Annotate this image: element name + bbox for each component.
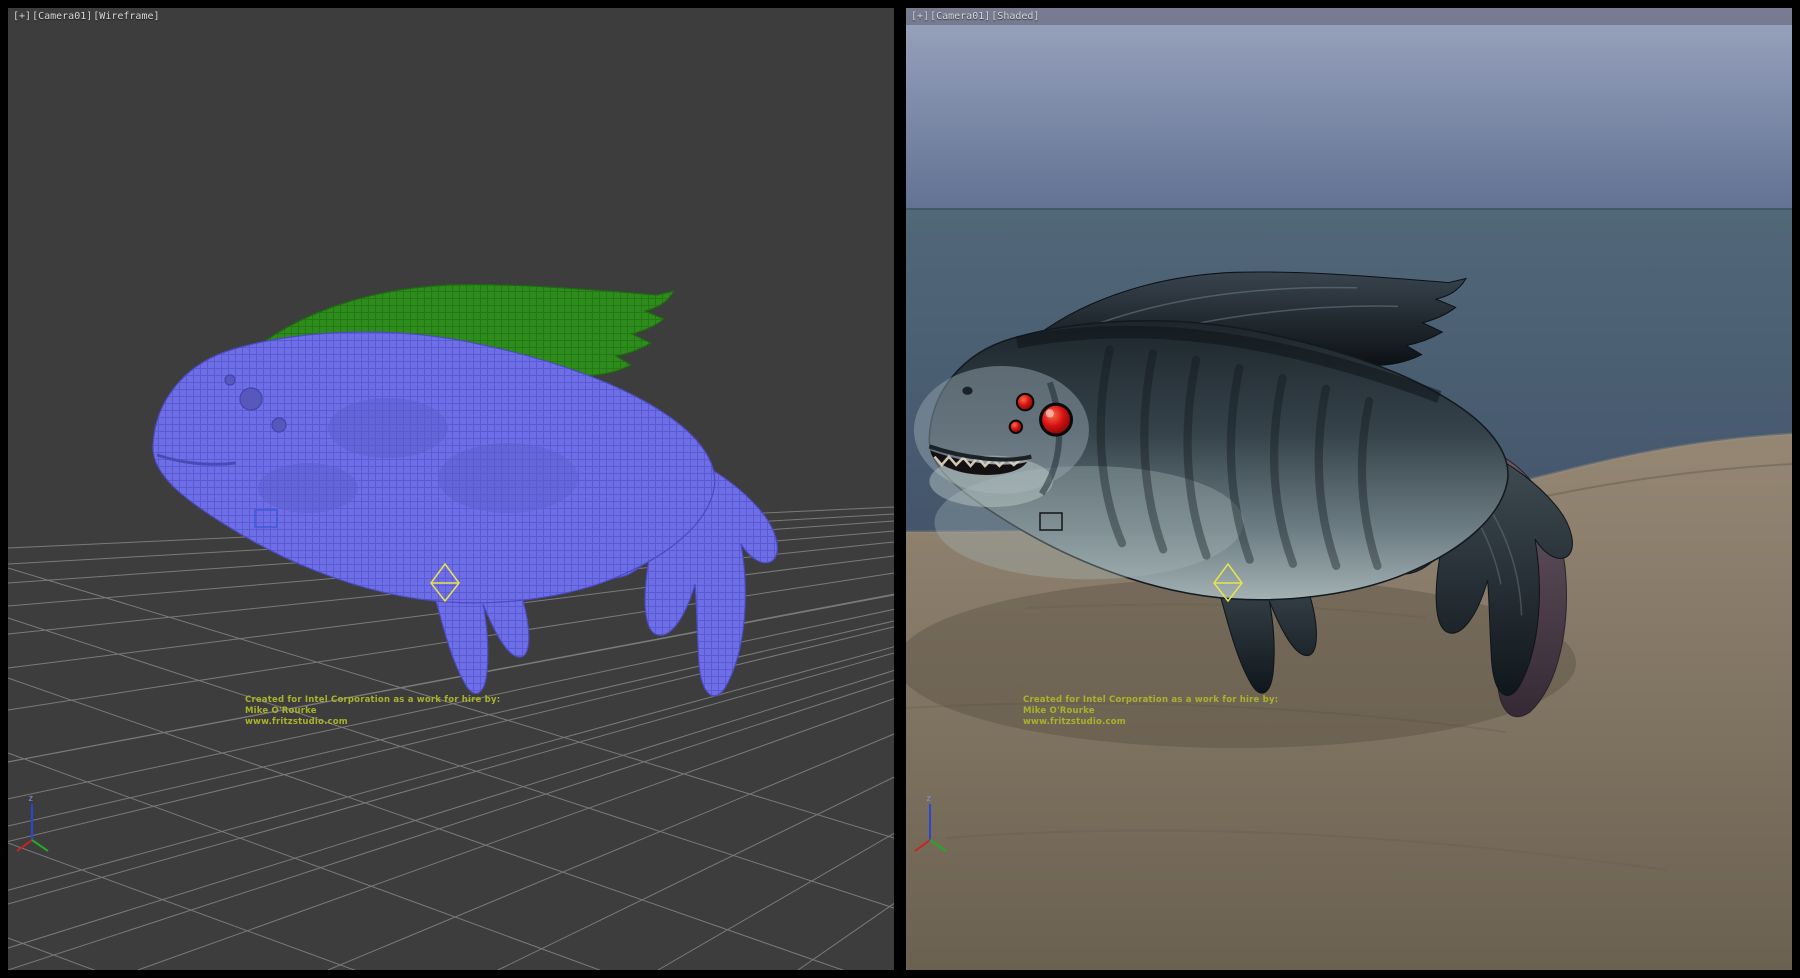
fish-eye-highlight (1046, 409, 1054, 417)
viewport-canvas: z [+] [Camera01] [Wireframe] Created for… (0, 0, 1800, 978)
watermark-line2: Mike O'Rourke (1023, 706, 1303, 717)
wireframe-scene: z (8, 8, 894, 970)
shaded-scene: z (906, 8, 1792, 970)
fish-eye-orb2 (1017, 394, 1033, 410)
axis-z-label: z (28, 794, 33, 804)
sky (906, 8, 1792, 210)
viewport-label: [+] [Camera01] [Wireframe] (13, 11, 160, 23)
viewport-shading-menu[interactable]: [Wireframe] (93, 11, 159, 23)
fish-eye-main (1041, 404, 1072, 435)
fish-nostril (962, 387, 972, 395)
viewport-shading-menu[interactable]: [Shaded] (991, 11, 1039, 23)
fish-eye-orb3 (1010, 421, 1022, 433)
viewport-general-menu[interactable]: [+] (13, 11, 31, 23)
viewport-label: [+] [Camera01] [Shaded] (911, 11, 1039, 23)
watermark-line3: www.fritzstudio.com (1023, 717, 1303, 728)
watermark: Created for Intel Corporation as a work … (1023, 695, 1303, 728)
fish-body[interactable] (153, 332, 715, 603)
watermark-line2: Mike O'Rourke (245, 706, 525, 717)
axis-y (32, 840, 48, 851)
watermark-line1: Created for Intel Corporation as a work … (245, 695, 525, 706)
viewport-pov-menu[interactable]: [Camera01] (32, 11, 92, 23)
axis-z-label: z (926, 794, 931, 804)
watermark-line3: www.fritzstudio.com (245, 717, 525, 728)
viewport-general-menu[interactable]: [+] (911, 11, 929, 23)
watermark: Created for Intel Corporation as a work … (245, 695, 525, 728)
watermark-line1: Created for Intel Corporation as a work … (1023, 695, 1303, 706)
viewport-shaded[interactable]: z [+] [Camera01] [Shaded] Created for In… (906, 8, 1792, 970)
viewport-wireframe[interactable]: z [+] [Camera01] [Wireframe] Created for… (8, 8, 894, 970)
viewport-pov-menu[interactable]: [Camera01] (930, 11, 990, 23)
